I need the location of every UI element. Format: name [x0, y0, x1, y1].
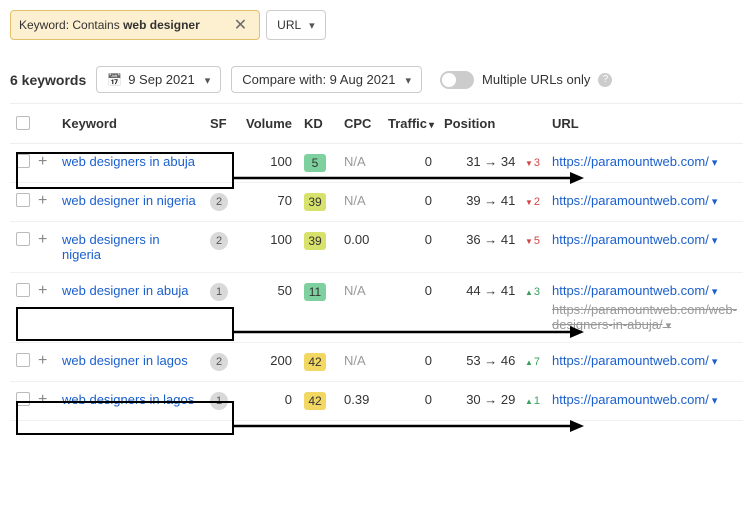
url-link[interactable]: https://paramountweb.com/ [552, 154, 717, 169]
kd-badge: 11 [304, 283, 326, 301]
sf-badge[interactable]: 2 [210, 232, 228, 250]
url-cell: https://paramountweb.com/ [546, 183, 743, 222]
col-position[interactable]: Position [438, 106, 546, 144]
volume-cell: 0 [238, 382, 298, 421]
row-checkbox[interactable] [16, 154, 30, 168]
traffic-cell: 0 [382, 222, 438, 273]
kd-badge: 42 [304, 353, 326, 371]
multi-url-toggle[interactable] [440, 71, 474, 89]
volume-cell: 70 [238, 183, 298, 222]
col-traffic[interactable]: Traffic [382, 106, 438, 144]
keyword-link[interactable]: web designers in abuja [62, 154, 195, 169]
url-link[interactable]: https://paramountweb.com/ [552, 283, 717, 298]
keyword-link[interactable]: web designer in nigeria [62, 193, 196, 208]
traffic-cell: 0 [382, 382, 438, 421]
col-url[interactable]: URL [546, 106, 743, 144]
chevron-down-icon [401, 72, 411, 87]
row-checkbox[interactable] [16, 193, 30, 207]
compare-date-button[interactable]: Compare with: 9 Aug 2021 [231, 66, 422, 93]
url-link[interactable]: https://paramountweb.com/ [552, 193, 717, 208]
kd-badge: 39 [304, 232, 326, 250]
compare-label: Compare with: 9 Aug 2021 [242, 72, 395, 87]
keyword-link[interactable]: web designer in abuja [62, 283, 188, 298]
volume-cell: 100 [238, 222, 298, 273]
date-label: 9 Sep 2021 [128, 72, 195, 87]
col-keyword[interactable]: Keyword [56, 106, 204, 144]
position-cell: 31 → 34 3 [438, 144, 546, 183]
volume-cell: 200 [238, 343, 298, 382]
url-cell: https://paramountweb.com/ [546, 144, 743, 183]
url-cell: https://paramountweb.com/ [546, 222, 743, 273]
url-link[interactable]: https://paramountweb.com/ [552, 392, 717, 407]
table-row: + web designer in abuja 1 50 11 N/A044 → 41 3… [10, 273, 743, 343]
position-cell: 39 → 41 2 [438, 183, 546, 222]
keyword-link[interactable]: web designers in nigeria [62, 232, 160, 262]
url-link[interactable]: https://paramountweb.com/ [552, 353, 717, 368]
cpc-cell: N/A [338, 144, 382, 183]
cpc-cell: N/A [338, 183, 382, 222]
chip-text: Keyword: Contains web designer [19, 18, 200, 32]
add-keyword-button[interactable]: + [38, 192, 47, 209]
calendar-icon [107, 72, 122, 87]
keyword-link[interactable]: web designer in lagos [62, 353, 188, 368]
add-keyword-button[interactable]: + [38, 391, 47, 408]
traffic-cell: 0 [382, 343, 438, 382]
date-picker-button[interactable]: 9 Sep 2021 [96, 66, 221, 93]
traffic-cell: 0 [382, 273, 438, 343]
table-row: + web designers in nigeria 2 100 39 0.00036 →… [10, 222, 743, 273]
keyword-link[interactable]: web designers in lagos [62, 392, 194, 407]
add-keyword-button[interactable]: + [38, 352, 47, 369]
traffic-cell: 0 [382, 144, 438, 183]
position-cell: 44 → 41 3 [438, 273, 546, 343]
multi-url-label: Multiple URLs only [482, 72, 590, 87]
select-all-checkbox[interactable] [16, 116, 30, 130]
url-cell: https://paramountweb.com/ [546, 382, 743, 421]
help-icon[interactable]: ? [598, 73, 612, 87]
add-keyword-button[interactable]: + [38, 282, 47, 299]
traffic-cell: 0 [382, 183, 438, 222]
sf-badge[interactable]: 2 [210, 193, 228, 211]
col-cpc[interactable]: CPC [338, 106, 382, 144]
col-volume[interactable]: Volume [238, 106, 298, 144]
sf-badge[interactable]: 1 [210, 392, 228, 410]
cpc-cell: N/A [338, 273, 382, 343]
url-filter-label: URL [277, 18, 301, 32]
url-cell: https://paramountweb.com/https://paramou… [546, 273, 743, 343]
arrow-5 [234, 418, 584, 438]
cpc-cell: N/A [338, 343, 382, 382]
close-icon[interactable]: ✕ [230, 15, 251, 35]
url-old-link: https://paramountweb.com/web-designers-i… [552, 302, 737, 332]
row-checkbox[interactable] [16, 283, 30, 297]
keyword-count: 6 keywords [10, 72, 86, 88]
sf-badge[interactable]: 1 [210, 283, 228, 301]
keyword-filter-chip[interactable]: Keyword: Contains web designer ✕ [10, 10, 260, 40]
url-cell: https://paramountweb.com/ [546, 343, 743, 382]
volume-cell: 100 [238, 144, 298, 183]
col-kd[interactable]: KD [298, 106, 338, 144]
table-row: +web designers in lagos10420.39030 → 29 … [10, 382, 743, 421]
add-keyword-button[interactable]: + [38, 231, 47, 248]
url-filter-button[interactable]: URL [266, 10, 326, 40]
kd-badge: 5 [304, 154, 326, 172]
row-checkbox[interactable] [16, 353, 30, 367]
table-row: + web designer in nigeria 2 70 39 N/A039 → 41… [10, 183, 743, 222]
cpc-cell: 0.39 [338, 382, 382, 421]
position-cell: 36 → 41 5 [438, 222, 546, 273]
row-checkbox[interactable] [16, 392, 30, 406]
row-checkbox[interactable] [16, 232, 30, 246]
kd-badge: 39 [304, 193, 326, 211]
url-link[interactable]: https://paramountweb.com/ [552, 232, 717, 247]
keywords-table: Keyword SF Volume KD CPC Traffic Positio… [10, 106, 743, 421]
kd-badge: 42 [304, 392, 326, 410]
col-sf[interactable]: SF [204, 106, 238, 144]
position-cell: 30 → 29 1 [438, 382, 546, 421]
position-cell: 53 → 46 7 [438, 343, 546, 382]
add-keyword-button[interactable]: + [38, 153, 47, 170]
chevron-down-icon [201, 72, 211, 87]
cpc-cell: 0.00 [338, 222, 382, 273]
volume-cell: 50 [238, 273, 298, 343]
table-row: + web designers in abuja 100 5 N/A031 → 34 3… [10, 144, 743, 183]
table-row: + web designer in lagos 2 200 42 N/A053 → 46 … [10, 343, 743, 382]
sf-badge[interactable]: 2 [210, 353, 228, 371]
